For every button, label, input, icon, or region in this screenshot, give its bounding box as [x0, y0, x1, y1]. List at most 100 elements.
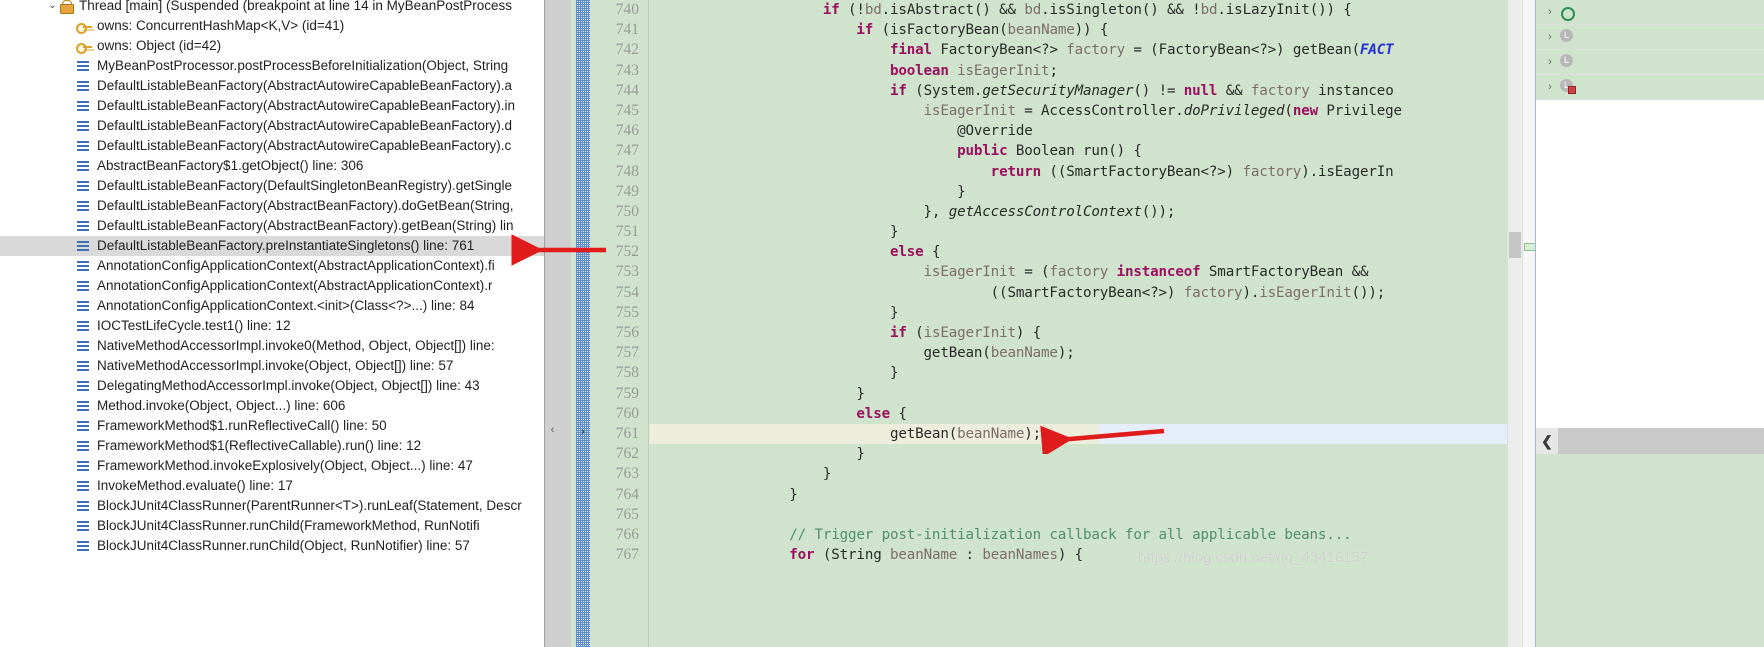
variables-sash-bar[interactable]: [1558, 428, 1764, 454]
code-line[interactable]: public Boolean run() {: [649, 141, 1507, 161]
scrollbar-thumb[interactable]: [1509, 232, 1521, 258]
stack-frame-label: Method.invoke(Object, Object...) line: 6…: [97, 398, 346, 413]
stack-frame-row[interactable]: DefaultListableBeanFactory(DefaultSingle…: [0, 176, 545, 196]
stack-frame-row[interactable]: AnnotationConfigApplicationContext.<init…: [0, 296, 545, 316]
panel-sash-column[interactable]: ‹: [545, 0, 571, 647]
stack-frame-row[interactable]: NativeMethodAccessorImpl.invoke0(Method,…: [0, 336, 545, 356]
code-line[interactable]: if (isFactoryBean(beanName)) {: [649, 20, 1507, 40]
debug-stack-panel[interactable]: ⌄ Thread [main] (Suspended (breakpoint at…: [0, 0, 545, 647]
stack-frame-row[interactable]: FrameworkMethod$1(ReflectiveCallable).ru…: [0, 436, 545, 456]
code-line[interactable]: isEagerInit = AccessController.doPrivile…: [649, 101, 1507, 121]
chevron-right-icon[interactable]: ›: [1542, 56, 1558, 68]
stack-frame-label: DefaultListableBeanFactory.preInstantiat…: [97, 238, 475, 253]
line-number: 745: [615, 101, 639, 119]
code-line[interactable]: if (isEagerInit) {: [649, 323, 1507, 343]
chevron-left-icon[interactable]: ❮: [1536, 428, 1558, 454]
stack-frame-label: AnnotationConfigApplicationContext(Abstr…: [97, 278, 493, 293]
stack-monitor-label: owns: ConcurrentHashMap<K,V> (id=41): [97, 18, 345, 33]
code-line[interactable]: getBean(beanName);: [649, 343, 1507, 363]
stack-frame-label: AnnotationConfigApplicationContext(Abstr…: [97, 258, 495, 273]
code-line[interactable]: [649, 505, 1507, 525]
code-line[interactable]: ((SmartFactoryBean<?>) factory).isEagerI…: [649, 283, 1507, 303]
stack-frame-label: NativeMethodAccessorImpl.invoke0(Method,…: [97, 338, 495, 353]
sash-handle-icon[interactable]: ‹: [548, 424, 557, 436]
code-line[interactable]: }, getAccessControlContext());: [649, 202, 1507, 222]
code-line[interactable]: if (!bd.isAbstract() && bd.isSingleton()…: [649, 0, 1507, 20]
stack-frame-row[interactable]: IOCTestLifeCycle.test1() line: 12: [0, 316, 545, 336]
key-icon: [76, 19, 92, 34]
stack-frame-label: DefaultListableBeanFactory(AbstractAutow…: [97, 138, 512, 153]
stack-frame-row[interactable]: DefaultListableBeanFactory(AbstractAutow…: [0, 96, 545, 116]
stack-frame-row[interactable]: DefaultListableBeanFactory(AbstractAutow…: [0, 76, 545, 96]
variables-row[interactable]: ›: [1536, 25, 1764, 50]
stack-frame-row[interactable]: BlockJUnit4ClassRunner(ParentRunner<T>).…: [0, 496, 545, 516]
stack-frame-row[interactable]: BlockJUnit4ClassRunner.runChild(Object, …: [0, 536, 545, 556]
code-editor[interactable]: › 740 741 742 743 744 745 746 747 748 749 750 751 75…: [571, 0, 1535, 647]
code-line[interactable]: return ((SmartFactoryBean<?>) factory).i…: [649, 162, 1507, 182]
code-line[interactable]: }: [649, 363, 1507, 383]
line-number: 743: [615, 61, 639, 79]
stack-frame-icon: [76, 339, 91, 353]
editor-vertical-scrollbar[interactable]: [1507, 0, 1522, 647]
stack-frame-icon: [76, 79, 91, 93]
code-text-area[interactable]: if (!bd.isAbstract() && bd.isSingleton()…: [649, 0, 1507, 647]
editor-rail-hatching: [576, 0, 590, 647]
chevron-right-icon[interactable]: ›: [1542, 81, 1558, 93]
variables-row[interactable]: ›: [1536, 50, 1764, 75]
stack-frame-row[interactable]: Method.invoke(Object, Object...) line: 6…: [0, 396, 545, 416]
code-line[interactable]: if (System.getSecurityManager() != null …: [649, 81, 1507, 101]
chevron-down-icon[interactable]: ⌄: [46, 0, 59, 16]
stack-frame-label: NativeMethodAccessorImpl.invoke(Object, …: [97, 358, 454, 373]
code-line[interactable]: }: [649, 485, 1507, 505]
editor-overview-ruler[interactable]: [1522, 0, 1535, 647]
stack-frame-row[interactable]: DefaultListableBeanFactory.preInstantiat…: [0, 236, 545, 256]
stack-frame-row[interactable]: BlockJUnit4ClassRunner.runChild(Framewor…: [0, 516, 545, 536]
code-line[interactable]: }: [649, 222, 1507, 242]
stack-frame-row[interactable]: AnnotationConfigApplicationContext(Abstr…: [0, 256, 545, 276]
stack-frame-row[interactable]: DefaultListableBeanFactory(AbstractAutow…: [0, 136, 545, 156]
code-line[interactable]: }: [649, 303, 1507, 323]
stack-frame-list[interactable]: ⌄ Thread [main] (Suspended (breakpoint at…: [0, 0, 545, 556]
code-line[interactable]: }: [649, 464, 1507, 484]
chevron-right-icon[interactable]: ›: [1542, 31, 1558, 43]
stack-frame-row[interactable]: DefaultListableBeanFactory(AbstractBeanF…: [0, 216, 545, 236]
stack-frame-row[interactable]: InvokeMethod.evaluate() line: 17: [0, 476, 545, 496]
stack-frame-row[interactable]: FrameworkMethod.invokeExplosively(Object…: [0, 456, 545, 476]
code-line[interactable]: for (String beanName : beanNames) {: [649, 545, 1507, 565]
code-line[interactable]: boolean isEagerInit;: [649, 61, 1507, 81]
code-line[interactable]: else {: [649, 404, 1507, 424]
code-line[interactable]: }: [649, 444, 1507, 464]
code-line[interactable]: // Trigger post-initialization callback …: [649, 525, 1507, 545]
stack-frame-row[interactable]: AbstractBeanFactory$1.getObject() line: …: [0, 156, 545, 176]
code-line[interactable]: final FactoryBean<?> factory = (FactoryB…: [649, 40, 1507, 60]
stack-frame-row[interactable]: NativeMethodAccessorImpl.invoke(Object, …: [0, 356, 545, 376]
stack-thread-label: Thread [main] (Suspended (breakpoint at …: [79, 0, 512, 13]
stack-frame-row[interactable]: FrameworkMethod$1.runReflectiveCall() li…: [0, 416, 545, 436]
thread-icon: [59, 0, 75, 14]
stack-frame-row[interactable]: DefaultListableBeanFactory(AbstractAutow…: [0, 116, 545, 136]
code-line[interactable]: else {: [649, 242, 1507, 262]
editor-annotation-rail[interactable]: ›: [571, 0, 593, 647]
code-line[interactable]: }: [649, 384, 1507, 404]
stack-monitor-row[interactable]: owns: Object (id=42): [0, 36, 545, 56]
stack-frame-row[interactable]: DelegatingMethodAccessorImpl.invoke(Obje…: [0, 376, 545, 396]
stack-frame-row[interactable]: DefaultListableBeanFactory(AbstractBeanF…: [0, 196, 545, 216]
stack-thread-row[interactable]: ⌄ Thread [main] (Suspended (breakpoint at…: [0, 0, 545, 16]
stack-frame-row[interactable]: MyBeanPostProcessor.postProcessBeforeIni…: [0, 56, 545, 76]
stack-frame-row[interactable]: AnnotationConfigApplicationContext(Abstr…: [0, 276, 545, 296]
variables-row[interactable]: ›: [1536, 0, 1764, 25]
line-number: 759: [615, 384, 639, 402]
code-line[interactable]: }: [649, 182, 1507, 202]
stack-monitor-row[interactable]: owns: ConcurrentHashMap<K,V> (id=41): [0, 16, 545, 36]
local-var-icon: [1558, 29, 1576, 45]
code-line[interactable]: isEagerInit = (factory instanceof SmartF…: [649, 262, 1507, 282]
line-number: 762: [615, 445, 639, 463]
variables-panel[interactable]: › › › › ❮: [1535, 0, 1764, 647]
chevron-right-icon[interactable]: ›: [1542, 6, 1558, 18]
variables-panel-sash[interactable]: ❮: [1536, 428, 1764, 454]
variables-row[interactable]: ›: [1536, 75, 1764, 100]
stack-frame-label: BlockJUnit4ClassRunner(ParentRunner<T>).…: [97, 498, 522, 513]
code-line[interactable]: @Override: [649, 121, 1507, 141]
stack-frame-icon: [76, 99, 91, 113]
stack-frame-label: MyBeanPostProcessor.postProcessBeforeIni…: [97, 58, 509, 73]
